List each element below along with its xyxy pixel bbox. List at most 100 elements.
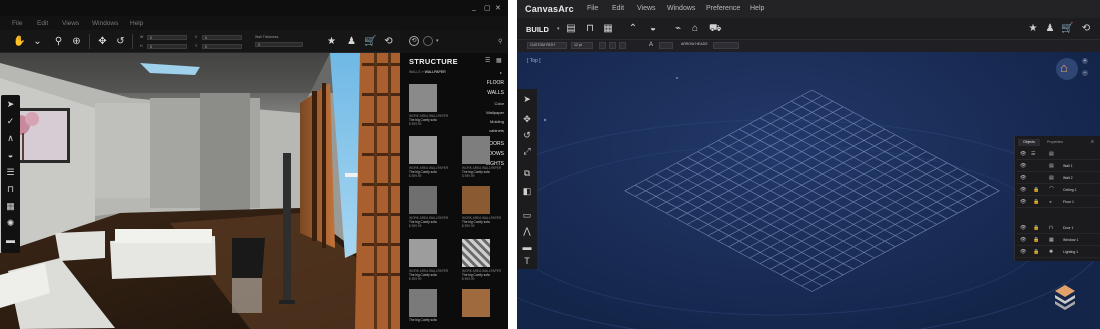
window-icon[interactable]: ▦	[602, 23, 614, 35]
subcategory-wallpaper[interactable]: Wallpaper	[486, 110, 504, 115]
subcategory-cabinets[interactable]: cabinets	[489, 128, 504, 133]
list-item[interactable]: 👁 🔒 ◒ Floor 1	[1017, 196, 1099, 208]
list-item[interactable]: 👁 🔒 ✺ Lighting 1	[1017, 246, 1099, 258]
lock-icon[interactable]: 🔒	[1033, 237, 1039, 243]
stairs-icon[interactable]: ☰	[5, 167, 16, 178]
angle-icon[interactable]: ∧	[5, 133, 16, 144]
swatch-tile[interactable]	[462, 136, 490, 164]
visibility-icon[interactable]: 👁	[1020, 175, 1026, 181]
door-icon[interactable]: ⊓	[5, 184, 16, 195]
star-icon[interactable]: ★	[326, 36, 337, 47]
text-tool-icon[interactable]: T	[521, 255, 533, 267]
x-field[interactable]: 0	[202, 35, 242, 40]
dropdown-arrow-icon[interactable]: ▾	[436, 38, 439, 44]
sofa-icon[interactable]: ◒	[5, 150, 16, 161]
lock-icon[interactable]: 🔒	[1033, 249, 1039, 255]
minimize-button[interactable]: _	[472, 4, 476, 11]
italic-toggle[interactable]	[609, 42, 616, 49]
menu-windows[interactable]: Windows	[92, 20, 118, 27]
couch-icon[interactable]: ▬	[5, 235, 16, 246]
list-item[interactable]: 👁 ▤ Wall 1	[1017, 160, 1099, 172]
polyline-icon[interactable]: ⋀	[521, 225, 533, 237]
tab-properties[interactable]: Properties	[1041, 139, 1069, 146]
menu-help[interactable]: Help	[130, 20, 143, 27]
list-item[interactable]: 👁 🔒 ⌒ Ceiling 1	[1017, 184, 1099, 196]
zoom-out-button[interactable]: −	[1082, 70, 1088, 76]
menu-views[interactable]: Views	[637, 5, 656, 12]
swatch-tile[interactable]	[409, 84, 437, 112]
move-icon[interactable]: ✥	[97, 36, 108, 47]
cart-icon[interactable]: 🛒	[1061, 23, 1073, 35]
subcategory-molding[interactable]: Molding	[490, 119, 504, 124]
path-style-dropdown[interactable]: CUSTOM PATH	[527, 42, 567, 49]
visibility-icon[interactable]: 👁	[1020, 151, 1026, 157]
swatch-tile[interactable]	[409, 289, 437, 317]
target-icon[interactable]: ⊕	[71, 36, 82, 47]
history-forward-icon[interactable]	[423, 36, 433, 46]
menu-edit[interactable]: Edit	[612, 5, 624, 12]
stairs-icon[interactable]: ⌁	[672, 23, 684, 35]
width-field[interactable]: 0	[147, 35, 187, 40]
grid-view-icon[interactable]: ▦	[496, 57, 502, 64]
furniture-icon[interactable]: ⛟	[709, 23, 722, 35]
lock-icon[interactable]: 🔒	[1033, 225, 1039, 231]
navigation-cube[interactable]: ⌂	[1056, 58, 1078, 80]
move-icon[interactable]: ✥	[521, 113, 533, 125]
roof-icon[interactable]: ⌃	[627, 23, 639, 35]
menu-windows[interactable]: Windows	[667, 5, 695, 12]
list-item[interactable]: 👁 🔒 ▦ Window 1	[1017, 234, 1099, 246]
cart-icon[interactable]: 🛒	[364, 36, 376, 47]
menu-preference[interactable]: Preference	[706, 5, 740, 12]
orbit-icon[interactable]: ⌄	[32, 36, 43, 47]
visibility-icon[interactable]: 👁	[1020, 187, 1026, 193]
hand-icon[interactable]: ✋	[13, 36, 25, 47]
y-field[interactable]: 0	[202, 44, 242, 49]
scale-icon[interactable]: ⤢	[521, 145, 533, 157]
copy-icon[interactable]: ⧉	[521, 167, 533, 179]
mode-dropdown-icon[interactable]: ▾	[557, 26, 560, 32]
swatch-tile[interactable]	[409, 136, 437, 164]
category-floor[interactable]: FLOOR	[487, 80, 504, 86]
star-icon[interactable]: ★	[1027, 23, 1039, 35]
rectangle-icon[interactable]: ▭	[521, 209, 533, 221]
panel-menu-icon[interactable]: ≡	[1091, 139, 1094, 145]
menu-help[interactable]: Help	[750, 5, 764, 12]
subcategory-color[interactable]: Color	[494, 101, 504, 106]
lamp-icon[interactable]: ✺	[5, 218, 16, 229]
lock-icon[interactable]: 🔒	[1033, 199, 1039, 205]
list-item[interactable]: 👁 ☰ ▤	[1017, 148, 1099, 160]
wall-tool-icon[interactable]: ▤	[565, 23, 577, 35]
rotate-icon[interactable]: ↺	[521, 129, 533, 141]
underline-toggle[interactable]	[619, 42, 626, 49]
visibility-icon[interactable]: 👁	[1020, 163, 1026, 169]
visibility-icon[interactable]: 👁	[1020, 237, 1026, 243]
layers-stack-icon[interactable]	[1054, 283, 1076, 311]
swatch-tile[interactable]	[462, 239, 490, 267]
tab-objects[interactable]: Objects	[1018, 139, 1040, 146]
history-back-icon[interactable]: ⟲	[409, 36, 419, 46]
window-icon[interactable]: ▦	[5, 201, 16, 212]
pointer-icon[interactable]: ➤	[521, 93, 533, 105]
maximize-button[interactable]: ▢	[484, 4, 491, 12]
collapse-arrow-icon[interactable]: ▸	[500, 70, 502, 75]
zoom-icon[interactable]: ⚲	[53, 36, 64, 47]
stroke-size-dropdown[interactable]: 12 pt	[571, 42, 593, 49]
pointer-icon[interactable]: ➤	[5, 99, 16, 110]
zoom-in-button[interactable]: +	[1082, 58, 1088, 64]
person-icon[interactable]: ♟	[346, 36, 357, 47]
wall-thickness-field[interactable]: 0	[255, 42, 303, 47]
line-tool-icon[interactable]: ✓	[5, 116, 16, 127]
home-view-icon[interactable]: ⌂	[1060, 61, 1068, 75]
color-swatch[interactable]	[659, 42, 673, 49]
search-icon[interactable]: ⚲	[498, 38, 502, 45]
history-icon[interactable]: ⟲	[383, 36, 394, 47]
rotate-icon[interactable]: ↺	[115, 36, 126, 47]
history-icon[interactable]: ⟲	[1080, 23, 1092, 35]
menu-edit[interactable]: Edit	[37, 20, 48, 27]
swatch-tile[interactable]	[462, 186, 490, 214]
bold-toggle[interactable]	[599, 42, 606, 49]
close-button[interactable]: ✕	[495, 4, 501, 12]
category-walls[interactable]: WALLS	[487, 90, 504, 96]
door-icon[interactable]: ⊓	[584, 23, 596, 35]
person-icon[interactable]: ♟	[1044, 23, 1056, 35]
